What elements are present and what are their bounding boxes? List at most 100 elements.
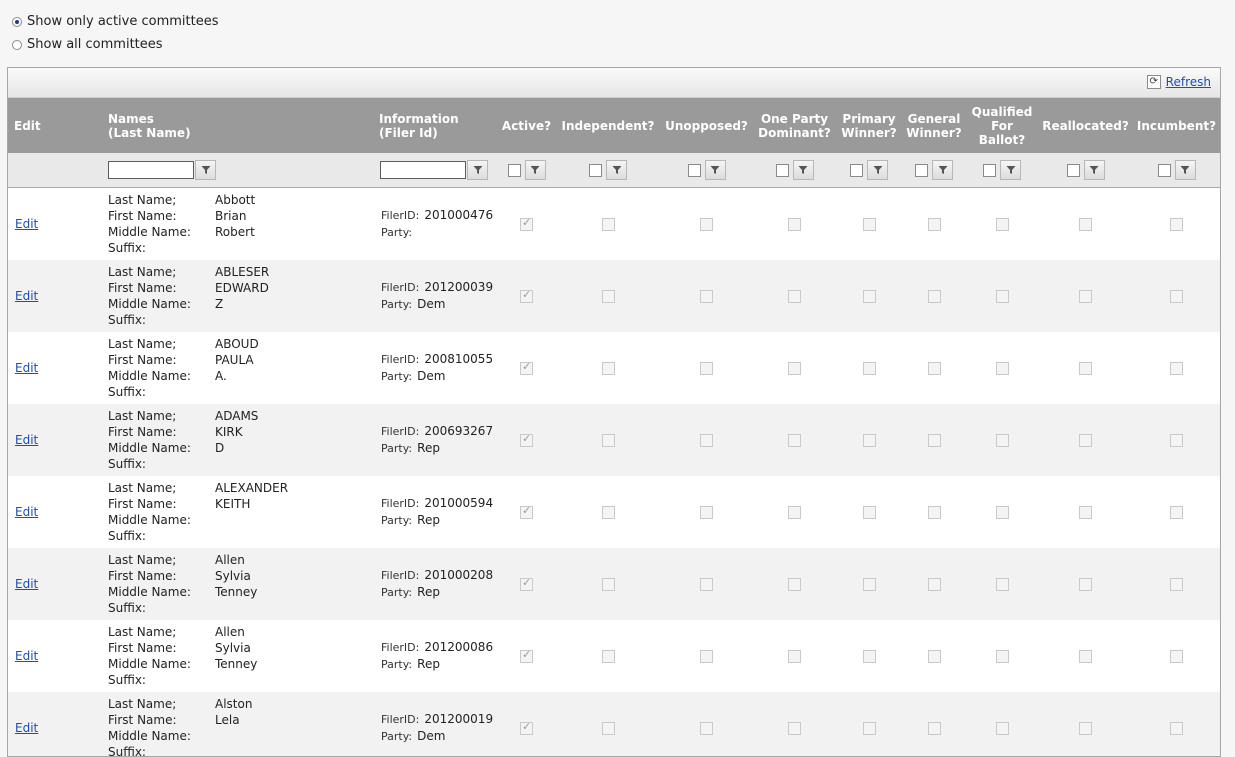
edit-link[interactable]: Edit [15, 217, 38, 231]
col-header-reallocated[interactable]: Reallocated? [1038, 98, 1133, 153]
filter-funnel-icon[interactable] [867, 160, 888, 180]
qualified-for-ballot-cell [966, 332, 1038, 404]
col-header-edit[interactable]: Edit [8, 98, 108, 153]
one-party-dominant-checkbox [788, 434, 801, 447]
unopposed-cell [660, 476, 753, 548]
middle-name-value: D [215, 441, 315, 455]
unopposed-cell [660, 260, 753, 332]
active-cell [497, 548, 556, 620]
filter-funnel-icon[interactable] [1084, 160, 1105, 180]
unopposed-cell [660, 620, 753, 692]
middle-name-label: Middle Name: [108, 225, 215, 239]
col-header-primary-winner[interactable]: PrimaryWinner? [836, 98, 902, 153]
grid-command-bar: ⟳ Refresh [8, 68, 1220, 98]
edit-link[interactable]: Edit [15, 649, 38, 663]
filter-funnel-icon[interactable] [1000, 160, 1021, 180]
one-party-dominant-cell [753, 548, 836, 620]
filter-funnel-icon[interactable] [195, 160, 216, 180]
primary-winner-filter-checkbox[interactable] [850, 164, 863, 177]
grid-body: EditLast Name;AbbottFirst Name:BrianMidd… [8, 188, 1220, 757]
party-label: Party: [381, 514, 412, 527]
general-winner-checkbox [928, 506, 941, 519]
names-cell: Last Name;ABLESERFirst Name:EDWARDMiddle… [108, 260, 372, 332]
col-header-information[interactable]: Information(Filer Id) [372, 98, 497, 153]
edit-cell: Edit [8, 332, 108, 404]
edit-link[interactable]: Edit [15, 289, 38, 303]
filter-funnel-icon[interactable] [467, 160, 488, 180]
filter-funnel-icon[interactable] [1175, 160, 1196, 180]
edit-link[interactable]: Edit [15, 577, 38, 591]
col-header-independent[interactable]: Independent? [556, 98, 660, 153]
filter-funnel-icon[interactable] [932, 160, 953, 180]
filter-funnel-icon[interactable] [705, 160, 726, 180]
incumbent-cell [1133, 692, 1220, 757]
radio-option-all[interactable]: Show all committees [12, 33, 219, 56]
qualified-for-ballot-checkbox [996, 218, 1009, 231]
radio-label-all: Show all committees [27, 37, 163, 52]
edit-cell: Edit [8, 188, 108, 261]
one-party-dominant-filter-checkbox[interactable] [776, 164, 789, 177]
last-name-label: Last Name; [108, 481, 215, 495]
reallocated-cell [1038, 692, 1133, 757]
unopposed-cell [660, 548, 753, 620]
last-name-value: Allen [215, 625, 315, 639]
active-filter-checkbox[interactable] [508, 164, 521, 177]
reallocated-checkbox [1079, 362, 1092, 375]
reallocated-filter-checkbox[interactable] [1067, 164, 1080, 177]
one-party-dominant-checkbox [788, 290, 801, 303]
edit-cell: Edit [8, 620, 108, 692]
active-cell [497, 692, 556, 757]
incumbent-filter-checkbox[interactable] [1158, 164, 1171, 177]
radio-all[interactable] [12, 40, 22, 50]
filter-cell-incumbent [1133, 153, 1220, 188]
filer-id-filter-input[interactable] [380, 161, 466, 179]
general-winner-checkbox [928, 434, 941, 447]
radio-active-only[interactable] [12, 17, 22, 27]
suffix-value [215, 385, 315, 399]
col-header-incumbent[interactable]: Incumbent? [1133, 98, 1220, 153]
refresh-control[interactable]: ⟳ Refresh [1147, 75, 1211, 89]
unopposed-cell [660, 404, 753, 476]
edit-cell: Edit [8, 260, 108, 332]
filter-funnel-icon[interactable] [606, 160, 627, 180]
filer-id-value: 201000594 [424, 496, 493, 510]
active-cell [497, 476, 556, 548]
refresh-icon[interactable]: ⟳ [1147, 75, 1161, 89]
col-header-active[interactable]: Active? [497, 98, 556, 153]
active-checkbox [520, 578, 533, 591]
col-header-qualified-for-ballot[interactable]: QualifiedForBallot? [966, 98, 1038, 153]
radio-option-active-only[interactable]: Show only active committees [12, 10, 219, 33]
edit-link[interactable]: Edit [15, 721, 38, 735]
unopposed-filter-checkbox[interactable] [688, 164, 701, 177]
filer-id-label: FilerID: [381, 569, 419, 582]
independent-filter-checkbox[interactable] [589, 164, 602, 177]
edit-cell: Edit [8, 476, 108, 548]
col-header-general-winner[interactable]: GeneralWinner? [902, 98, 966, 153]
filer-id-value: 201000208 [424, 568, 493, 582]
general-winner-checkbox [928, 650, 941, 663]
col-header-names[interactable]: Names(Last Name) [108, 98, 372, 153]
last-name-label: Last Name; [108, 697, 215, 711]
names-filter-input[interactable] [108, 161, 194, 179]
edit-link[interactable]: Edit [15, 433, 38, 447]
last-name-label: Last Name; [108, 409, 215, 423]
incumbent-checkbox [1170, 506, 1183, 519]
qualified-for-ballot-cell [966, 476, 1038, 548]
qualified-for-ballot-filter-checkbox[interactable] [983, 164, 996, 177]
unopposed-checkbox [700, 722, 713, 735]
names-cell: Last Name;ABOUDFirst Name:PAULAMiddle Na… [108, 332, 372, 404]
edit-link[interactable]: Edit [15, 505, 38, 519]
filter-funnel-icon[interactable] [525, 160, 546, 180]
last-name-label: Last Name; [108, 553, 215, 567]
col-header-unopposed[interactable]: Unopposed? [660, 98, 753, 153]
edit-link[interactable]: Edit [15, 361, 38, 375]
general-winner-filter-checkbox[interactable] [915, 164, 928, 177]
independent-checkbox [602, 290, 615, 303]
filter-funnel-icon[interactable] [793, 160, 814, 180]
incumbent-cell [1133, 620, 1220, 692]
first-name-label: First Name: [108, 353, 215, 367]
qualified-for-ballot-checkbox [996, 290, 1009, 303]
unopposed-checkbox [700, 362, 713, 375]
col-header-one-party-dominant[interactable]: One PartyDominant? [753, 98, 836, 153]
refresh-link[interactable]: Refresh [1166, 75, 1211, 89]
